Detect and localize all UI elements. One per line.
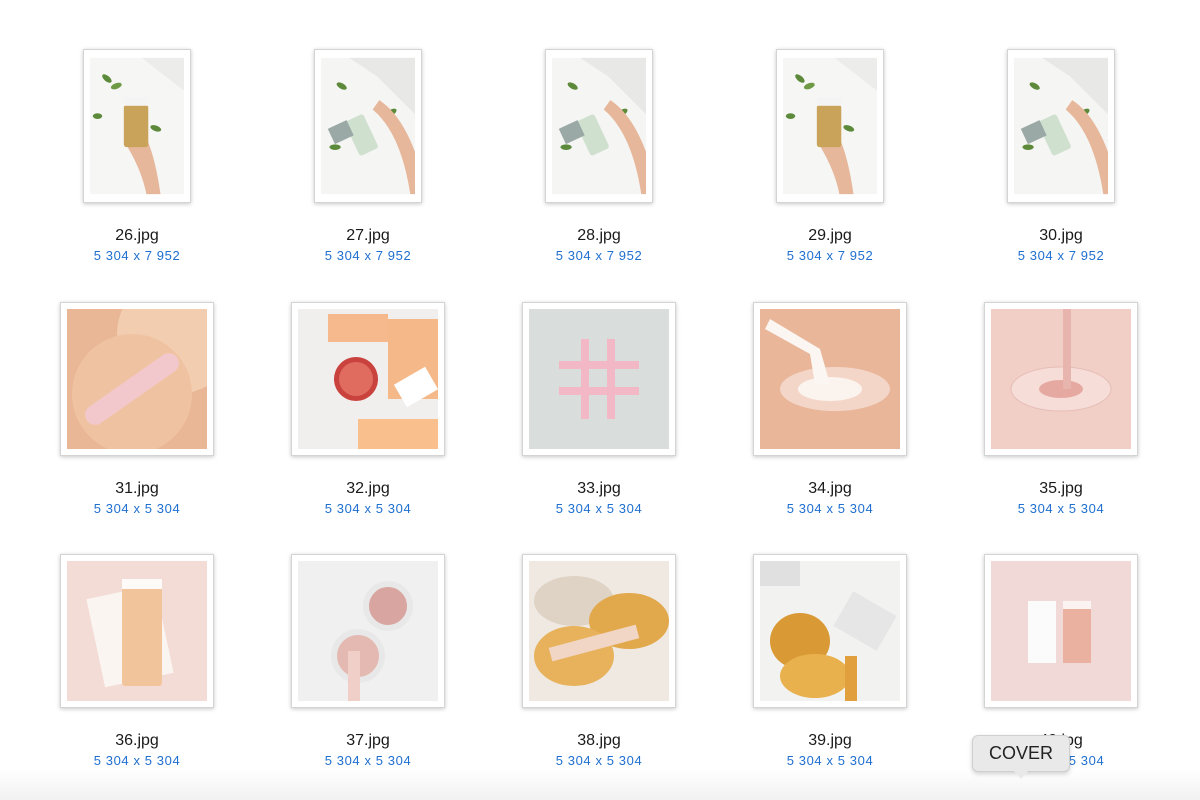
file-thumbnail[interactable] — [984, 554, 1138, 708]
wax-cartridge-strips-photo — [67, 561, 207, 701]
file-thumbnail[interactable] — [60, 554, 214, 708]
file-thumbnail[interactable] — [753, 554, 907, 708]
file-dimensions: 5 304 x 7 952 — [93, 248, 181, 263]
pink-gel-petri-dish-photo — [991, 309, 1131, 449]
honey-wax-bowls-photo — [529, 561, 669, 701]
file-dimensions: 5 304 x 5 304 — [324, 501, 412, 516]
file-thumbnail[interactable] — [291, 302, 445, 456]
file-item[interactable]: 35.jpg 5 304 x 5 304 — [961, 302, 1161, 542]
file-name: 26.jpg — [115, 227, 159, 244]
waxing-hand-green-cartridge-photo — [321, 56, 415, 196]
file-item[interactable]: 38.jpg 5 304 x 5 304 — [499, 554, 699, 794]
file-item[interactable]: 26.jpg 5 304 x 7 952 — [37, 49, 237, 289]
file-thumbnail[interactable] — [753, 302, 907, 456]
file-item[interactable]: 36.jpg 5 304 x 5 304 — [37, 554, 237, 794]
file-name: 39.jpg — [808, 732, 852, 749]
file-name: 37.jpg — [346, 732, 390, 749]
file-dimensions: 5 304 x 5 304 — [555, 501, 643, 516]
file-thumbnail[interactable] — [291, 554, 445, 708]
rose-wax-glitter-bowls-photo — [298, 561, 438, 701]
pink-cartridges-cover-photo — [991, 561, 1131, 701]
waxing-hand-leaves-photo — [783, 56, 877, 196]
file-thumbnail[interactable] — [1007, 49, 1115, 203]
sugar-paste-spatula-photo — [67, 309, 207, 449]
file-thumbnail[interactable] — [83, 49, 191, 203]
file-dimensions: 5 304 x 7 952 — [324, 248, 412, 263]
file-name: 29.jpg — [808, 227, 852, 244]
wax-bars-grapefruit-photo — [298, 309, 438, 449]
waxing-hand-leaves-photo — [90, 56, 184, 196]
file-name: 33.jpg — [577, 480, 621, 497]
file-item[interactable]: 34.jpg 5 304 x 5 304 — [730, 302, 930, 542]
file-thumbnail[interactable] — [984, 302, 1138, 456]
file-item[interactable]: 30.jpg 5 304 x 7 952 — [961, 49, 1161, 289]
file-item[interactable]: 31.jpg 5 304 x 5 304 — [37, 302, 237, 542]
file-thumbnail[interactable] — [522, 554, 676, 708]
cover-tooltip: COVER — [972, 735, 1070, 779]
file-dimensions: 5 304 x 5 304 — [93, 753, 181, 768]
file-grid: 26.jpg 5 304 x 7 952 27.jpg 5 304 x 7 952 … — [0, 0, 1200, 800]
file-dimensions: 5 304 x 5 304 — [1017, 501, 1105, 516]
file-item[interactable]: 37.jpg 5 304 x 5 304 — [268, 554, 468, 794]
file-thumbnail[interactable] — [314, 49, 422, 203]
file-thumbnail[interactable] — [545, 49, 653, 203]
white-paste-dish-photo — [760, 309, 900, 449]
tooltip-pointer — [1013, 770, 1029, 779]
file-name: 34.jpg — [808, 480, 852, 497]
file-name: 32.jpg — [346, 480, 390, 497]
file-thumbnail[interactable] — [522, 302, 676, 456]
file-name: 27.jpg — [346, 227, 390, 244]
pink-razors-hashtag-photo — [529, 309, 669, 449]
file-item[interactable]: 39.jpg 5 304 x 5 304 — [730, 554, 930, 794]
file-name: 35.jpg — [1039, 480, 1083, 497]
waxing-hand-green-cartridge-photo — [1014, 56, 1108, 196]
file-name: 38.jpg — [577, 732, 621, 749]
file-thumbnail[interactable] — [776, 49, 884, 203]
file-dimensions: 5 304 x 5 304 — [786, 753, 874, 768]
file-thumbnail[interactable] — [60, 302, 214, 456]
honey-jars-strips-photo — [760, 561, 900, 701]
file-dimensions: 5 304 x 7 952 — [1017, 248, 1105, 263]
waxing-hand-green-cartridge-photo — [552, 56, 646, 196]
file-dimensions: 5 304 x 5 304 — [324, 753, 412, 768]
file-item[interactable]: 33.jpg 5 304 x 5 304 — [499, 302, 699, 542]
file-dimensions: 5 304 x 7 952 — [786, 248, 874, 263]
file-name: 36.jpg — [115, 732, 159, 749]
file-name: 28.jpg — [577, 227, 621, 244]
file-dimensions: 5 304 x 5 304 — [555, 753, 643, 768]
file-item[interactable]: 27.jpg 5 304 x 7 952 — [268, 49, 468, 289]
file-name: 30.jpg — [1039, 227, 1083, 244]
file-name: 31.jpg — [115, 480, 159, 497]
file-item[interactable]: 32.jpg 5 304 x 5 304 — [268, 302, 468, 542]
file-dimensions: 5 304 x 7 952 — [555, 248, 643, 263]
cover-tooltip-label: COVER — [988, 743, 1053, 763]
file-item[interactable]: 28.jpg 5 304 x 7 952 — [499, 49, 699, 289]
file-dimensions: 5 304 x 5 304 — [786, 501, 874, 516]
file-item[interactable]: 29.jpg 5 304 x 7 952 — [730, 49, 930, 289]
file-dimensions: 5 304 x 5 304 — [93, 501, 181, 516]
